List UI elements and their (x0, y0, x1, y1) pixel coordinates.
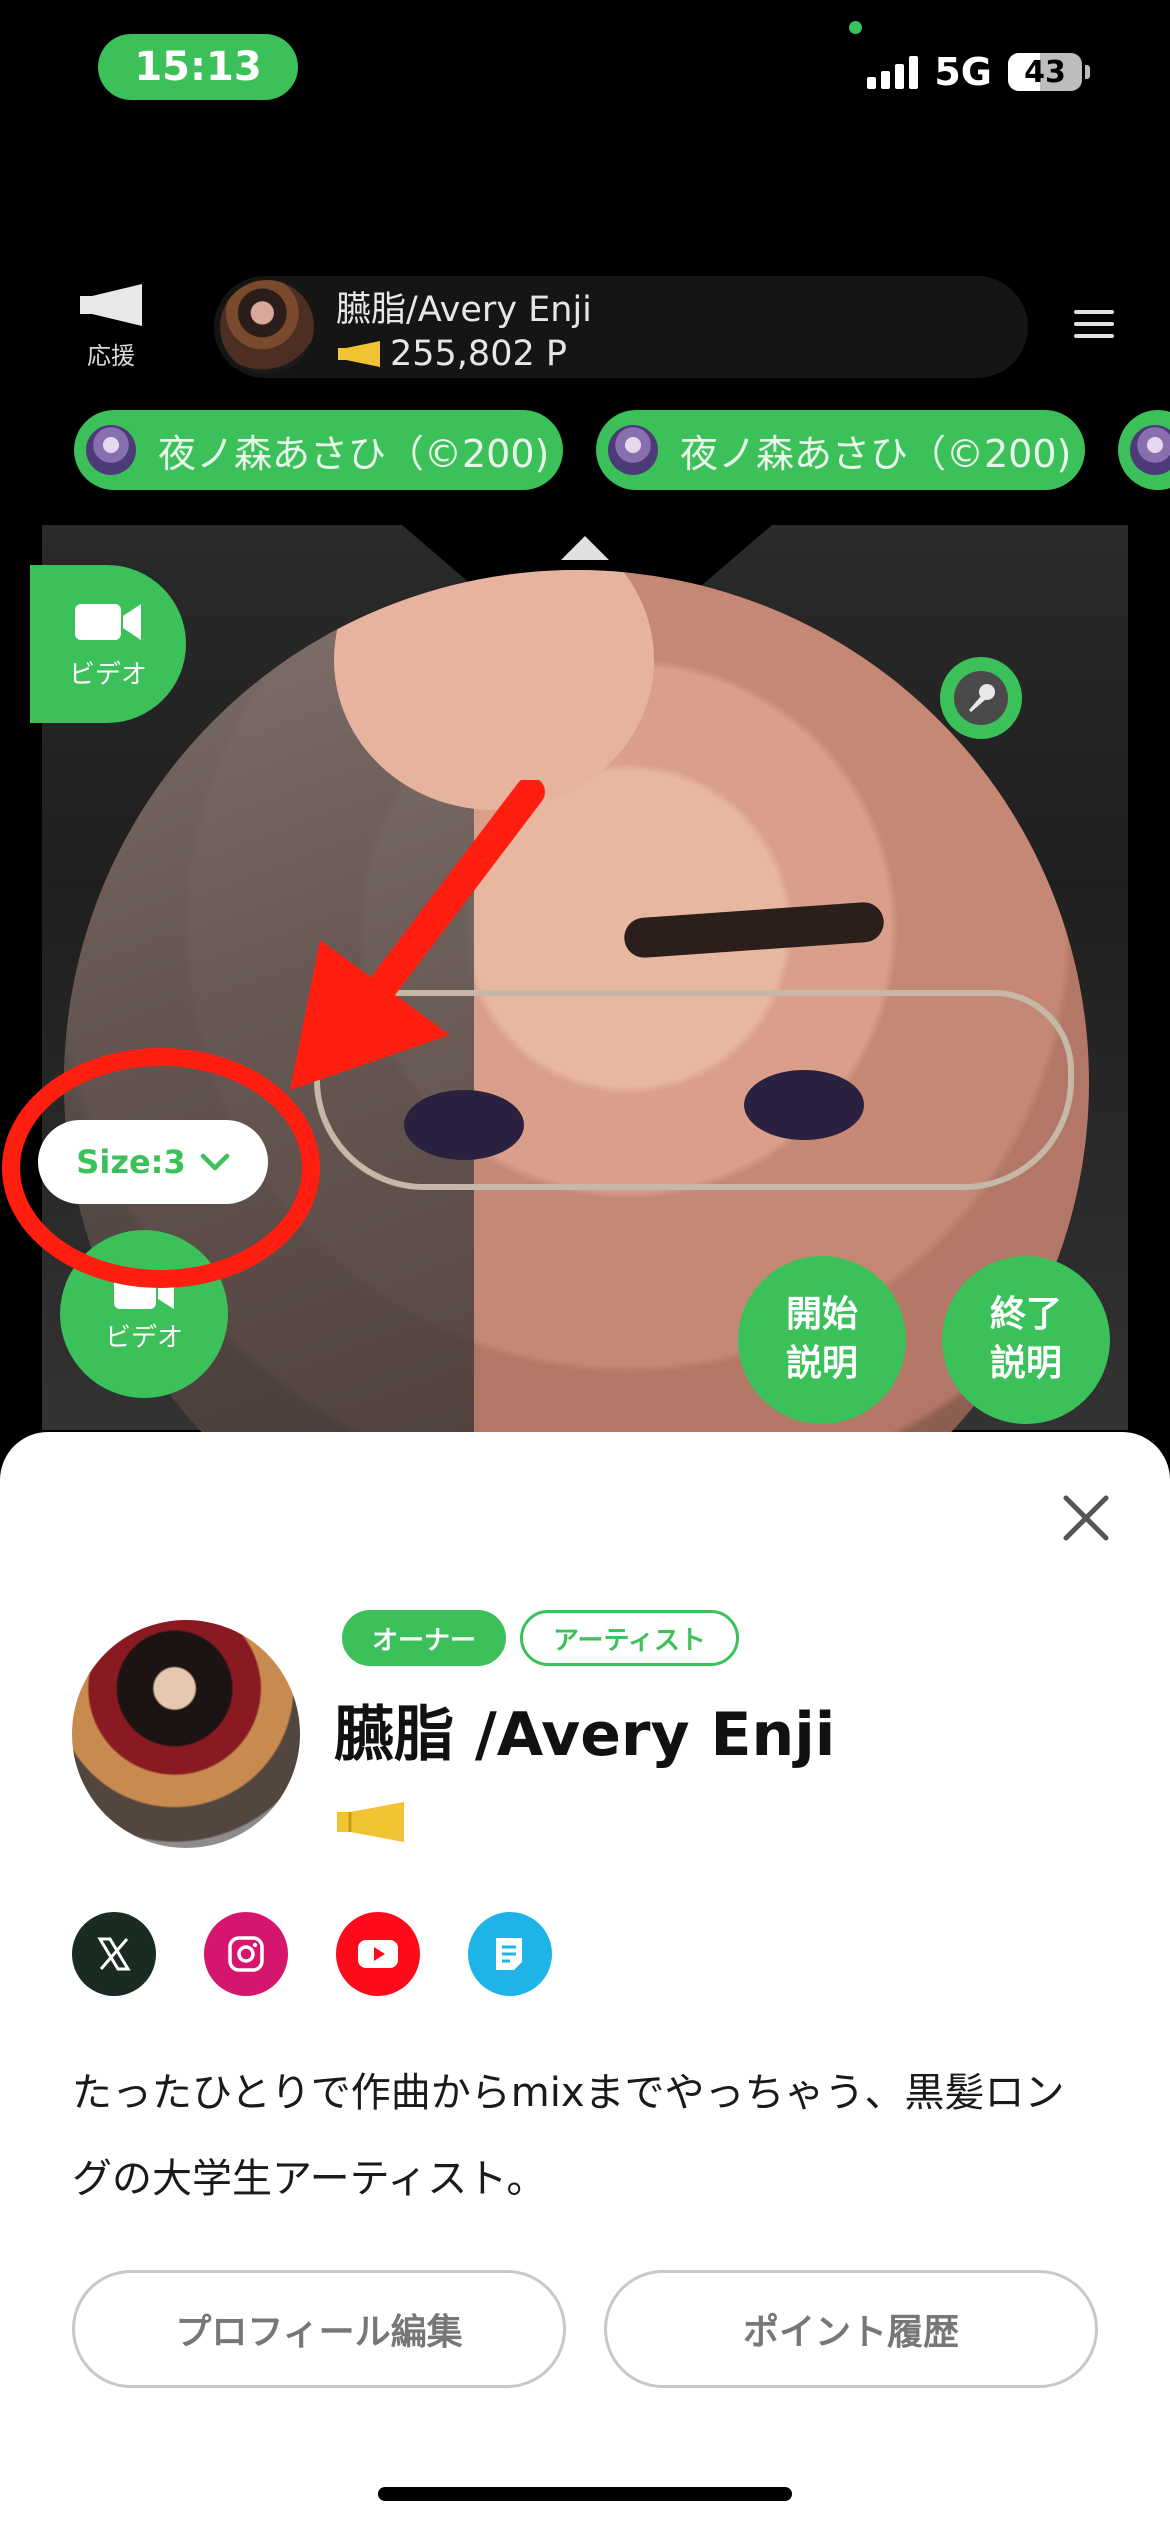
profile-points-unit: P (670, 1805, 699, 1849)
point-history-label: ポイント履歴 (742, 2312, 959, 2353)
mic-button[interactable] (940, 657, 1022, 739)
megaphone-icon (338, 340, 380, 367)
owner-badge: オーナー (342, 1610, 507, 1666)
status-time-text: 15:13 (134, 44, 262, 90)
note-icon (496, 1938, 522, 1970)
role-badges: オーナー アーティスト (342, 1610, 739, 1666)
start-button-line1: 開始 (785, 1294, 858, 1336)
status-time: 15:13 (98, 34, 298, 100)
host-points: 255,802 P (336, 334, 592, 374)
host-info-pill[interactable]: 臙脂/Avery Enji 255,802 P (214, 276, 1028, 378)
chip-avatar (86, 425, 136, 475)
social-links (72, 1912, 552, 1996)
profile-bio: たったひとりで作曲からmixまでやっちゃう、黒髪ロングの大学生アーティスト。 (72, 2070, 1065, 2202)
video-toggle-label: ビデオ (68, 659, 147, 690)
support-button[interactable]: 応援 (66, 282, 156, 371)
host-points-value: 255,802 P (390, 333, 567, 374)
x-link[interactable] (72, 1912, 156, 1996)
youtube-link[interactable] (336, 1912, 420, 1996)
megaphone-icon (80, 284, 142, 326)
note-link[interactable] (468, 1912, 552, 1996)
youtube-icon (358, 1940, 398, 1968)
megaphone-icon (337, 1802, 404, 1842)
microphone-icon (969, 684, 995, 712)
video-toggle-button[interactable]: ビデオ (30, 565, 186, 723)
supporter-chip[interactable]: 夜ノ森あさひ（©200) (596, 410, 1086, 490)
camera-indicator (849, 21, 862, 34)
end-button-line2: 説明 (989, 1343, 1062, 1384)
battery-level: 43 (1024, 54, 1066, 90)
end-button-line1: 終了 (989, 1294, 1062, 1336)
close-icon[interactable] (1058, 1490, 1114, 1546)
chip-avatar (608, 425, 658, 475)
chip-label: 夜ノ森あさひ（©200) (158, 431, 550, 476)
video-button-label: ビデオ (104, 1323, 183, 1354)
status-indicators: 5G 43 (867, 50, 1090, 94)
profile-name: 臙脂 /Avery Enji (334, 1700, 836, 1770)
instagram-icon (228, 1936, 264, 1972)
profile-points: 255,802 P (334, 1792, 699, 1852)
collapse-caret-icon[interactable] (561, 536, 609, 560)
host-avatar (220, 280, 314, 374)
network-type: 5G (934, 50, 992, 94)
home-indicator[interactable] (378, 2487, 792, 2501)
chip-label: 夜ノ森あさひ（©200) (680, 431, 1072, 476)
edit-profile-label: プロフィール編集 (175, 2312, 463, 2353)
video-camera-icon (75, 603, 141, 640)
end-explain-button[interactable]: 終了 説明 (942, 1256, 1110, 1424)
start-button-line2: 説明 (785, 1343, 858, 1384)
battery-icon: 43 (1008, 53, 1090, 91)
instagram-link[interactable] (204, 1912, 288, 1996)
point-history-button[interactable]: ポイント履歴 (604, 2270, 1098, 2388)
profile-points-value: 255,802 (424, 1792, 661, 1852)
start-explain-button[interactable]: 開始 説明 (738, 1256, 906, 1424)
artist-badge: アーティスト (520, 1610, 739, 1666)
x-icon (97, 1937, 131, 1971)
signal-icon (867, 55, 919, 89)
supporter-chip[interactable]: 夜ノ森あさひ（©200) (74, 410, 564, 490)
chip-avatar (1130, 425, 1170, 475)
supporter-chip[interactable] (1118, 410, 1170, 490)
edit-profile-button[interactable]: プロフィール編集 (72, 2270, 566, 2388)
host-name: 臙脂/Avery Enji (336, 289, 592, 330)
support-label: 応援 (87, 342, 135, 370)
annotation-arrow (290, 780, 545, 1090)
supporter-chips: 夜ノ森あさひ（©200) 夜ノ森あさひ（©200) (74, 410, 1170, 490)
menu-icon[interactable] (1074, 310, 1114, 338)
profile-avatar (72, 1620, 300, 1848)
